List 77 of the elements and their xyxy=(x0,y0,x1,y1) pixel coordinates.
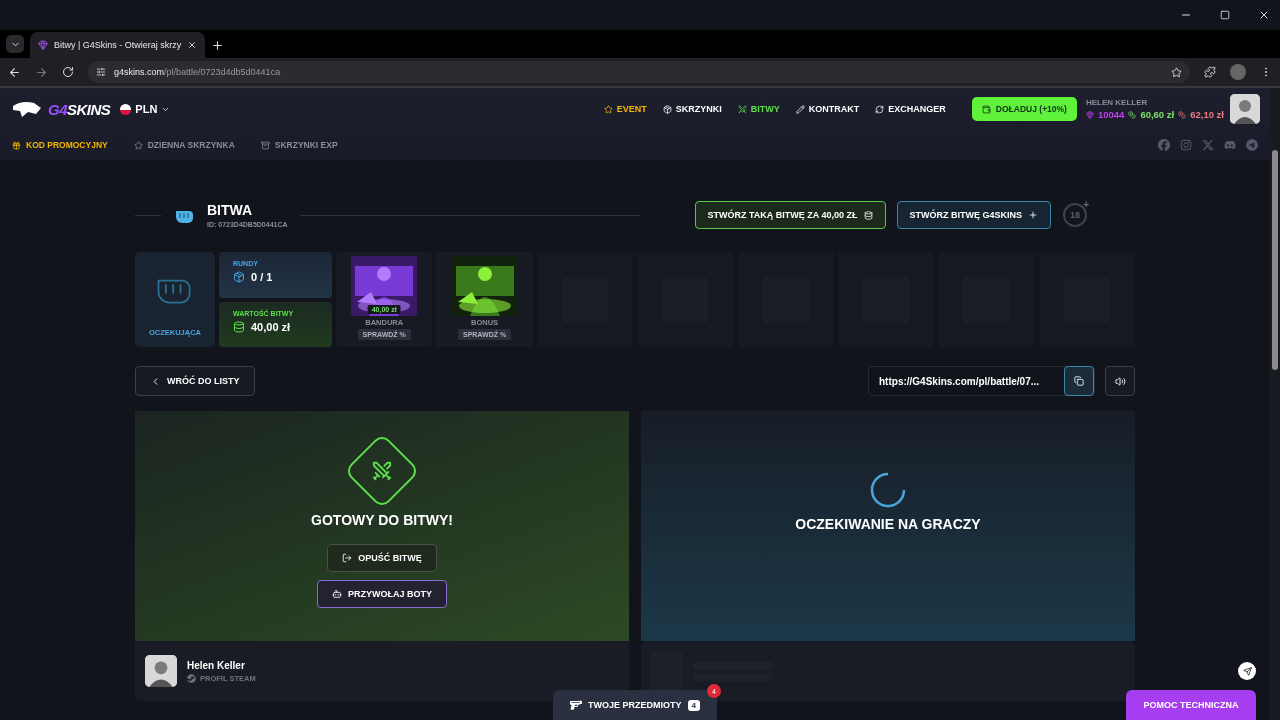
user-avatar[interactable] xyxy=(1230,94,1260,124)
subnav-link[interactable]: DZIENNA SKRZYNKA xyxy=(133,140,235,150)
site-settings-icon[interactable] xyxy=(96,67,106,77)
player-avatar xyxy=(145,655,177,687)
new-tab-icon[interactable] xyxy=(211,39,225,52)
age-badge: 18 + xyxy=(1063,203,1088,227)
browser-tab[interactable]: Bitwy | G4Skins - Otwieraj skrzy xyxy=(30,32,206,58)
slot-status: OCZEKIWANIE NA GRACZY xyxy=(795,516,981,532)
cash-balance: 60,60 zł xyxy=(1140,109,1175,120)
back-button[interactable]: WRÓĆ DO LISTY xyxy=(135,366,255,396)
nav-link[interactable]: BITWY xyxy=(737,104,780,114)
subnav-link[interactable]: SKRZYNKI EXP xyxy=(260,140,338,150)
swords-icon xyxy=(737,104,747,114)
gem-icon xyxy=(38,40,48,50)
battle-title: BITWA xyxy=(207,202,254,218)
logo-text[interactable]: G4SKINS xyxy=(48,100,111,118)
forward-icon[interactable] xyxy=(35,65,48,79)
box-icon xyxy=(233,271,245,283)
star-icon xyxy=(133,140,143,150)
discord-icon[interactable] xyxy=(1224,139,1236,151)
nav-link[interactable]: EXCHANGER xyxy=(875,104,946,114)
restore-icon[interactable] xyxy=(1220,10,1230,20)
speaker-icon xyxy=(1114,375,1126,387)
pencil-icon xyxy=(795,104,805,114)
rounds-value: 0 / 1 xyxy=(251,271,273,283)
deposit-button[interactable]: DOŁADUJ (+10%) xyxy=(971,97,1077,121)
sound-button[interactable] xyxy=(1105,366,1135,396)
battle-value: 40,00 zł xyxy=(251,320,291,333)
coins-icon xyxy=(863,210,873,220)
close-icon[interactable] xyxy=(1258,9,1270,21)
facebook-icon[interactable] xyxy=(1158,139,1170,151)
send-icon[interactable] xyxy=(1238,662,1256,680)
bonus-balance: 62,10 zł xyxy=(1190,109,1224,120)
nav-link[interactable]: EVENT xyxy=(603,104,647,114)
spinner-icon xyxy=(870,472,906,508)
points-balance: 10044 xyxy=(1097,109,1125,120)
create-battle-button[interactable]: STWÓRZ BITWĘ G4SKINS xyxy=(896,201,1052,229)
reload-icon[interactable] xyxy=(62,66,74,78)
exchange-icon xyxy=(875,104,885,114)
support-button[interactable]: POMOC TECHNICZNA xyxy=(1126,690,1256,720)
extensions-icon[interactable] xyxy=(1204,66,1216,78)
pistol-icon xyxy=(570,699,582,711)
exit-icon xyxy=(342,553,353,563)
subnav-link[interactable]: KOD PROMOCYJNY xyxy=(12,140,108,150)
call-bots-button[interactable]: PRZYWOŁAJ BOTY xyxy=(317,580,447,608)
x-icon[interactable] xyxy=(1202,139,1214,151)
tab-list-button[interactable] xyxy=(6,35,24,53)
currency-selector[interactable]: PLN xyxy=(120,103,171,115)
coins-icon xyxy=(1178,110,1187,119)
coins-icon xyxy=(1128,110,1137,119)
back-icon[interactable] xyxy=(8,65,21,79)
close-icon[interactable] xyxy=(187,40,198,50)
create-same-battle-button[interactable]: STWÓRZ TAKĄ BITWĘ ZA 40,00 ZŁ xyxy=(694,201,886,229)
wallet-icon xyxy=(981,104,991,114)
gem-icon xyxy=(1085,110,1094,119)
chest-icon xyxy=(260,140,270,150)
star-icon xyxy=(603,104,613,114)
player-name: Helen Keller xyxy=(187,659,246,671)
steam-icon xyxy=(187,673,196,683)
nav-link[interactable]: KONTRAKT xyxy=(795,104,860,114)
box-icon xyxy=(662,104,672,114)
telegram-icon[interactable] xyxy=(1246,139,1258,151)
gift-icon xyxy=(12,140,21,150)
share-link-field[interactable]: https://G4Skins.com/pl/battle/07... xyxy=(868,366,1095,396)
address-bar[interactable]: g4skins.com/pl/battle/0723d4db5d0441ca xyxy=(88,61,1190,83)
star-icon[interactable] xyxy=(1171,66,1182,78)
copy-icon xyxy=(1074,376,1084,386)
coins-icon xyxy=(233,320,245,333)
flag-icon xyxy=(120,103,132,115)
plus-icon xyxy=(1028,210,1039,220)
leave-battle-button[interactable]: OPUŚĆ BITWĘ xyxy=(327,544,437,572)
nav-link[interactable]: SKRZYNKI xyxy=(662,104,722,114)
profile-avatar[interactable] xyxy=(1230,64,1246,80)
copy-button[interactable] xyxy=(1064,366,1094,396)
slot-status: GOTOWY DO BITWY! xyxy=(311,512,453,528)
robot-icon xyxy=(332,589,342,599)
user-name: HELEN KELLER xyxy=(1085,98,1149,107)
